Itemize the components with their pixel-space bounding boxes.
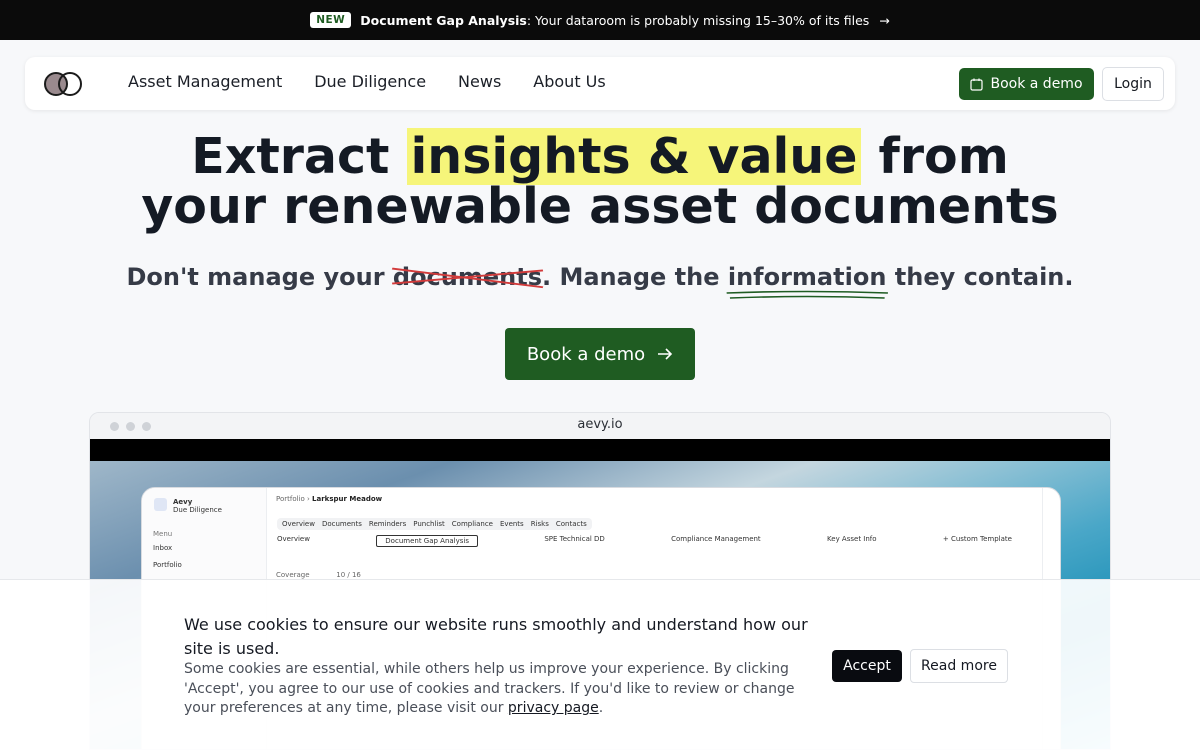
nav-links: Asset Management Due Diligence News Abou… [128,72,606,91]
hero-title-line2: your renewable asset documents [141,178,1059,235]
book-demo-hero-label: Book a demo [526,343,646,365]
coverage-label: Coverage [276,571,310,579]
app-tab-contacts[interactable]: Contacts [556,520,587,528]
app-menu-inbox[interactable]: Inbox [153,544,172,552]
nav-link-asset-management[interactable]: Asset Management [128,72,282,91]
browser-toolbar: aevy.io [90,413,1110,439]
login-button[interactable]: Login [1102,67,1164,101]
cookie-body-text: Some cookies are essential, while others… [184,661,795,716]
app-breadcrumb: Portfolio › Larkspur Meadow [276,495,383,503]
accept-cookies-button[interactable]: Accept [832,650,902,682]
document-icon [154,498,167,511]
hero-sub-pre: Don't manage your [126,263,393,291]
announcement-bar[interactable]: NEW Document Gap Analysis : Your dataroo… [0,0,1200,40]
app-tab-events[interactable]: Events [500,520,524,528]
cookie-body: Some cookies are essential, while others… [184,660,824,719]
hero-sub-post: they contain. [886,263,1074,291]
coverage-value: 10 / 16 [336,571,361,579]
nav-link-about-us[interactable]: About Us [533,72,605,91]
app-tab-reminders[interactable]: Reminders [369,520,406,528]
crumb-current: Larkspur Meadow [312,495,383,503]
hero-title: Extract insights & value from your renew… [0,128,1200,235]
calendar-icon [970,78,984,91]
subtab-compliance[interactable]: Compliance Management [671,535,761,547]
hero-title-pre: Extract [191,128,407,185]
subtab-key-asset-info[interactable]: Key Asset Info [827,535,877,547]
cookie-title: We use cookies to ensure our website run… [184,615,808,658]
coverage-row: Coverage 10 / 16 [276,571,361,579]
underline-scribble [726,290,888,299]
underlined-word: information [726,263,888,299]
underlined-word-text: information [727,263,887,291]
app-tab-compliance[interactable]: Compliance [452,520,493,528]
new-badge: NEW [310,12,352,28]
main-nav: Asset Management Due Diligence News Abou… [25,57,1175,110]
hero-subtitle: Don't manage your documents. Manage the … [0,263,1200,299]
app-tab-punchlist[interactable]: Punchlist [413,520,445,528]
read-more-button[interactable]: Read more [910,649,1008,683]
app-tab-overview[interactable]: Overview [282,520,315,528]
aevy-logo[interactable] [43,71,85,97]
crumb-root[interactable]: Portfolio [276,495,305,503]
privacy-page-link[interactable]: privacy page [508,700,599,716]
book-demo-hero-button[interactable]: Book a demo [505,328,695,380]
app-tab-risks[interactable]: Risks [531,520,549,528]
nav-link-due-diligence[interactable]: Due Diligence [314,72,426,91]
book-demo-nav-label: Book a demo [990,76,1083,92]
app-menu-portfolio[interactable]: Portfolio [153,561,182,569]
app-menu-label: Menu [153,530,173,538]
app-brand-name: Aevy [173,498,193,506]
announcement-text: : Your dataroom is probably missing 15–3… [526,12,870,28]
struck-word: documents [391,263,544,291]
subtab-custom-template[interactable]: + Custom Template [943,535,1012,547]
hero-title-highlight: insights & value [406,128,862,185]
cookie-body-end: . [598,700,604,716]
hero-title-post: from [861,128,1009,185]
app-tab-documents[interactable]: Documents [322,520,362,528]
book-demo-nav-button[interactable]: Book a demo [959,68,1094,100]
browser-url: aevy.io [577,417,623,432]
strike-scribble [391,267,544,289]
subtab-gap-analysis[interactable]: Document Gap Analysis [376,535,479,547]
arrow-right-icon [658,348,673,360]
app-subtabs: Overview Document Gap Analysis SPE Techn… [277,535,1012,547]
nav-link-news[interactable]: News [458,72,501,91]
subtab-overview[interactable]: Overview [277,535,310,547]
app-tabs: Overview Documents Reminders Punchlist C… [277,518,592,530]
hero-sub-mid: . Manage the [542,263,728,291]
app-brand: Aevy Due Diligence [154,498,222,514]
cookie-banner: We use cookies to ensure our website run… [0,579,1200,750]
app-brand-sub: Due Diligence [173,506,222,514]
arrow-right-icon: → [879,12,890,28]
announcement-title: Document Gap Analysis [360,12,527,28]
subtab-spe-dd[interactable]: SPE Technical DD [544,535,604,547]
